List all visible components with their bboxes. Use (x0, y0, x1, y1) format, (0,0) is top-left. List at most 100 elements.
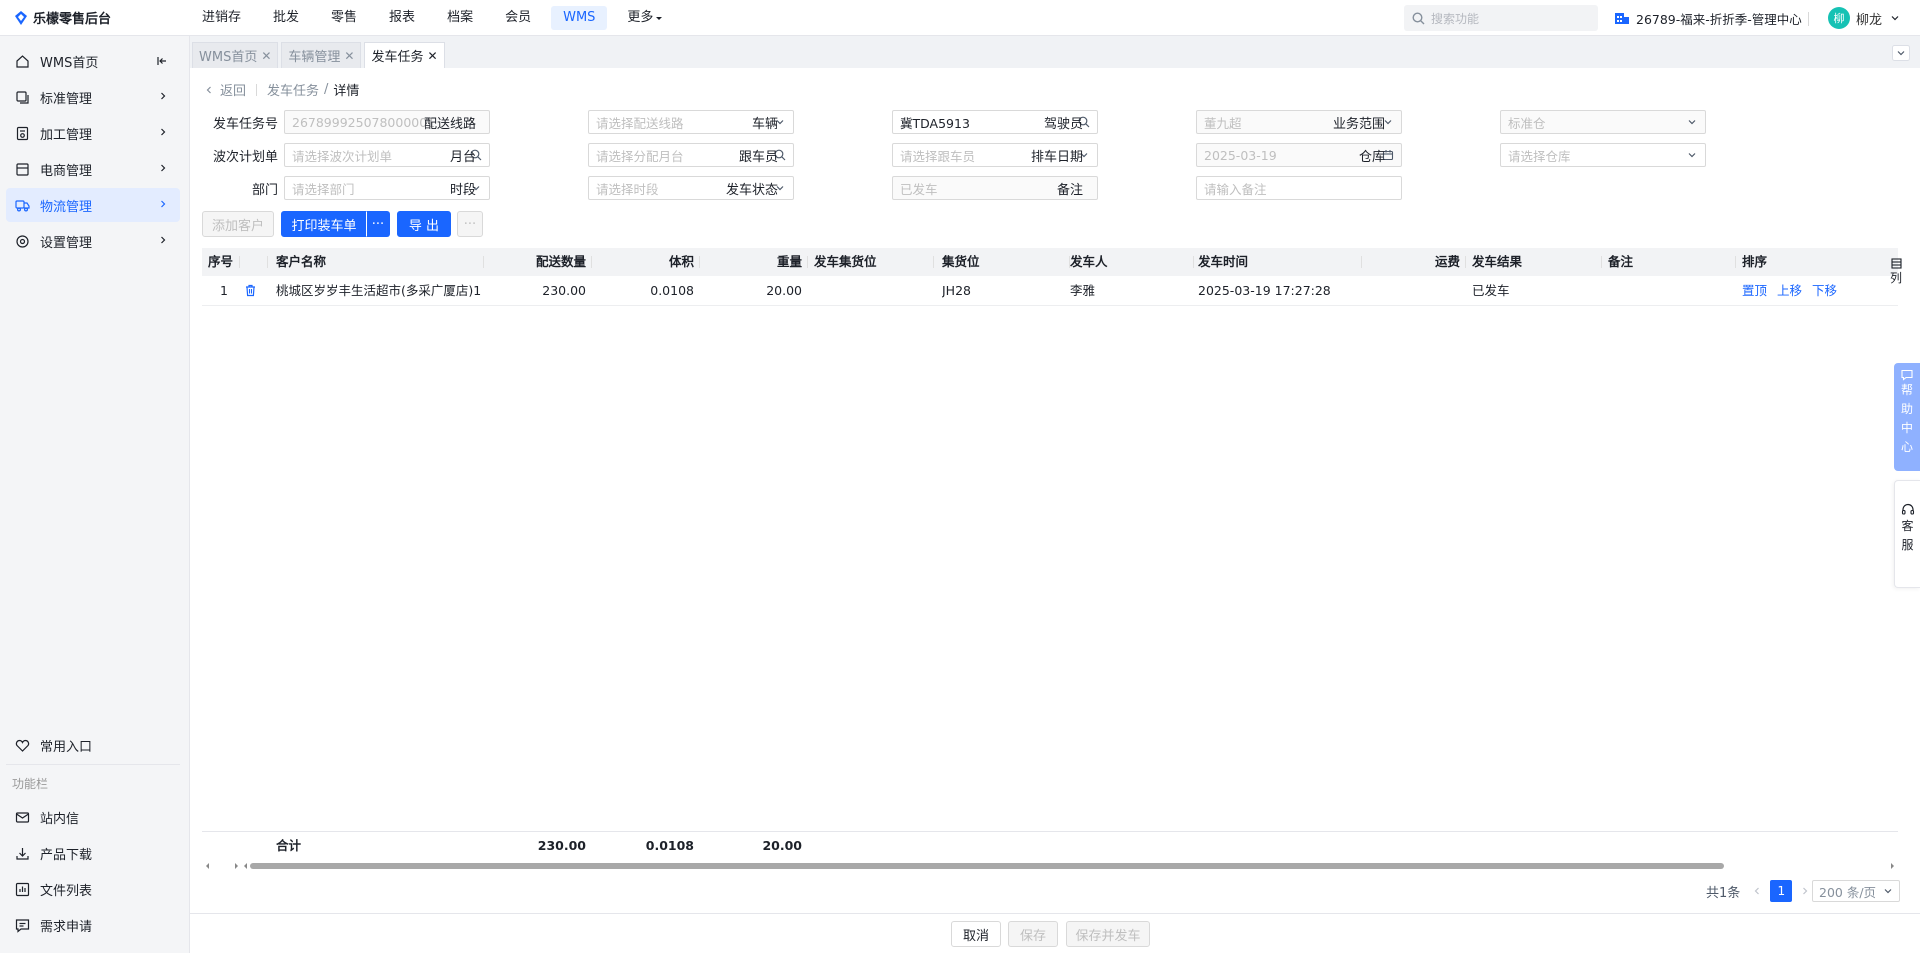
table-row[interactable]: 1 桃城区岁岁丰生活超市(多采广厦店)1 230.00 0.0108 20.00… (202, 276, 1898, 306)
warehouse-placeholder: 请选择仓库 (1508, 148, 1571, 164)
tab-wms-home[interactable]: WMS首页 ✕ (192, 42, 279, 68)
col-ops (240, 248, 268, 276)
back-label: 返回 (220, 84, 247, 99)
scroll-right-icon[interactable] (232, 861, 240, 871)
back-button[interactable]: 返回 (204, 80, 246, 99)
period-placeholder: 请选择时段 (596, 181, 659, 197)
sidebar-item-processing[interactable]: 加工管理 (6, 116, 180, 150)
sidebar-item-wms-home[interactable]: WMS首页 (6, 44, 180, 78)
chevron-right-icon (161, 200, 166, 208)
heart-icon (14, 737, 30, 753)
nav-item-more[interactable]: 更多 (615, 6, 675, 30)
help-char: 中 (1900, 421, 1913, 435)
save-button[interactable]: 保存 (1008, 921, 1058, 947)
sidebar-item-label: WMS首页 (40, 55, 99, 71)
chevron-right-icon (161, 92, 166, 100)
chevron-down-icon[interactable] (1892, 45, 1910, 61)
move-top-link[interactable]: 置顶 (1742, 283, 1767, 298)
move-down-link[interactable]: 下移 (1812, 283, 1837, 298)
sidebar-favorites[interactable]: 常用入口 (6, 728, 180, 762)
breadcrumb: 返回 发车任务 / 详情 (204, 80, 359, 99)
customer-service-button[interactable]: 客 服 (1894, 480, 1920, 588)
nav-item-inventory[interactable]: 进销存 (190, 6, 253, 30)
sidebar-item-standard[interactable]: 标准管理 (6, 80, 180, 114)
summary-volume: 0.0108 (645, 838, 694, 853)
nav-item-wms[interactable]: WMS (551, 5, 608, 30)
chevron-left-icon (206, 86, 211, 93)
cell-note (1608, 276, 1736, 306)
col-time: 发车时间 (1198, 248, 1362, 276)
export-button[interactable]: 导 出 (397, 211, 451, 237)
chevron-left-icon[interactable] (1752, 886, 1762, 896)
app-logo[interactable]: 乐檬零售后台 (0, 8, 190, 27)
remark-input[interactable]: 请输入备注 (1196, 176, 1402, 200)
scrollbar-thumb[interactable] (250, 863, 1724, 869)
collapse-sidebar-icon[interactable] (156, 55, 168, 67)
tab-vehicle-management[interactable]: 车辆管理 ✕ (281, 42, 362, 68)
chevron-right-icon[interactable] (1800, 886, 1810, 896)
horizontal-scrollbar[interactable] (202, 861, 1898, 871)
warehouse-label: 仓库 (1358, 150, 1385, 165)
col-note: 备注 (1608, 248, 1736, 276)
sidebar-item-logistics[interactable]: 物流管理 (6, 188, 180, 222)
scroll-left-icon[interactable] (242, 861, 250, 871)
nav-item-reports[interactable]: 报表 (377, 6, 427, 30)
add-customer-button[interactable]: 添加客户 (202, 211, 274, 237)
sidebar: WMS首页 标准管理 加工管理 电商管理 物流管理 设置管理 常用入口 功能栏 … (0, 36, 190, 953)
col-spot-label: 集货位 (942, 254, 980, 269)
nav-item-wholesale[interactable]: 批发 (261, 6, 311, 30)
vehicle-value: 冀TDA5913 (900, 115, 970, 131)
mail-icon (14, 809, 30, 825)
delete-row-button[interactable] (244, 276, 268, 306)
status-label: 发车状态 (725, 183, 778, 198)
chat-icon (1901, 369, 1913, 381)
vehicle-label: 车辆 (751, 117, 778, 132)
col-volume-label: 体积 (668, 254, 694, 269)
sidebar-item-requests[interactable]: 需求申请 (6, 908, 180, 942)
dock-label: 月台 (449, 150, 476, 165)
store-switcher[interactable]: 26789-福来-折折季-管理中心 (1614, 0, 1802, 36)
help-center-button[interactable]: 帮 助 中 心 (1894, 363, 1920, 471)
save-and-dispatch-button[interactable]: 保存并发车 (1066, 921, 1150, 947)
sidebar-item-settings[interactable]: 设置管理 (6, 224, 180, 258)
close-icon[interactable]: ✕ (261, 49, 271, 63)
sidebar-item-ecommerce[interactable]: 电商管理 (6, 152, 180, 186)
task-no-label: 发车任务号 (212, 117, 278, 132)
global-search-input[interactable]: 搜索功能 (1404, 5, 1598, 31)
help-char: 帮 (1900, 383, 1913, 397)
sidebar-item-messages[interactable]: 站内信 (6, 800, 180, 834)
column-divider (933, 256, 934, 268)
sidebar-item-download[interactable]: 产品下载 (6, 836, 180, 870)
page-number[interactable]: 1 (1770, 880, 1793, 902)
col-volume: 体积 (592, 248, 700, 276)
sidebar-item-files[interactable]: 文件列表 (6, 872, 180, 906)
page-size-select[interactable]: 200 条/页 (1812, 880, 1900, 902)
tab-dispatch-task[interactable]: 发车任务 ✕ (364, 42, 445, 68)
nav-item-retail[interactable]: 零售 (319, 6, 369, 30)
close-icon[interactable]: ✕ (344, 49, 354, 63)
help-char: 助 (1900, 402, 1913, 416)
cell-seq: 1 (220, 283, 228, 298)
close-icon[interactable]: ✕ (427, 49, 437, 63)
top-nav: 进销存 批发 零售 报表 档案 会员 WMS 更多 (190, 5, 683, 30)
warehouse-select[interactable]: 请选择仓库 (1500, 143, 1706, 167)
nav-item-archive[interactable]: 档案 (435, 6, 485, 30)
more-actions-button[interactable]: ··· (457, 211, 483, 237)
sidebar-item-label: 产品下载 (40, 847, 93, 863)
breadcrumb-parent[interactable]: 发车任务 (267, 80, 319, 99)
column-settings-button[interactable]: 列 (1886, 258, 1906, 292)
sidebar-item-label: 标准管理 (40, 91, 93, 107)
scroll-left-icon[interactable] (204, 861, 212, 871)
nav-item-member[interactable]: 会员 (493, 6, 543, 30)
biz-scope-select[interactable]: 标准仓 (1500, 110, 1706, 134)
move-up-link[interactable]: 上移 (1777, 283, 1802, 298)
print-more-button[interactable]: ··· (366, 211, 390, 237)
shop-icon (14, 161, 30, 177)
cancel-button[interactable]: 取消 (951, 921, 1001, 947)
home-icon (14, 53, 30, 69)
user-menu[interactable]: 柳 柳龙 (1828, 0, 1900, 36)
store-name: 26789-福来-折折季-管理中心 (1636, 11, 1802, 27)
print-loading-list-button[interactable]: 打印装车单 (281, 211, 367, 237)
col-weight-label: 重量 (776, 254, 802, 269)
scroll-right-icon[interactable] (1888, 861, 1896, 871)
